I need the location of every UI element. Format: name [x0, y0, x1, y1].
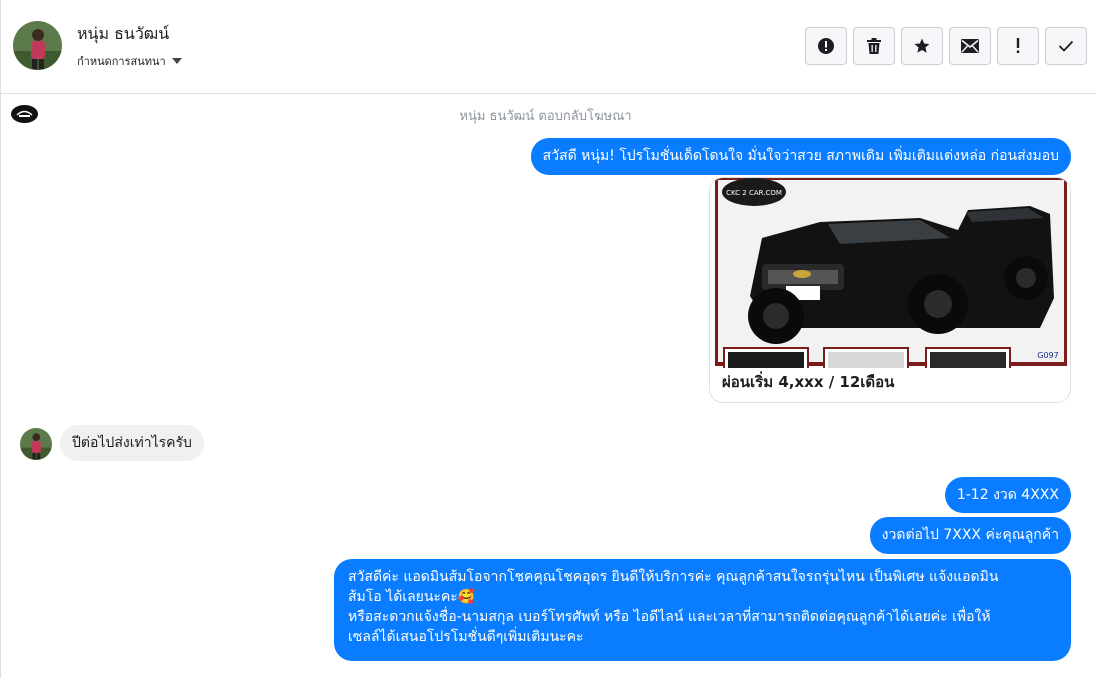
- dealer-logo-text: CKC 2 CAR.COM: [726, 189, 782, 197]
- message-line: เซลล์ได้เสนอโปรโมชั่นดีๆเพิ่มเติมนะคะ: [348, 629, 584, 645]
- ad-reply-notice: หนุ่ม ธนวัฒน์ ตอบกลับโฆษณา: [459, 109, 632, 124]
- check-icon: [1058, 40, 1074, 52]
- alert-icon: [818, 38, 834, 54]
- outgoing-message[interactable]: สวัสดี หนุ่ม! โปรโมชั่นเด็ดโดนใจ มั่นใจว…: [530, 138, 1071, 175]
- exclamation-icon: [1016, 38, 1020, 53]
- message-thread: หนุ่ม ธนวัฒน์ ตอบกลับโฆษณา สวัสดี หนุ่ม!…: [1, 95, 1096, 678]
- caret-down-icon: [171, 58, 182, 64]
- header-actions: [805, 27, 1087, 65]
- message-line: สวัสดีค่ะ แอดมินส้มโอจากโชคคุณโชคอุดร ยิ…: [348, 569, 999, 585]
- follow-up-button[interactable]: [997, 27, 1039, 65]
- assign-conversation-label: กำหนดการสนทนา: [77, 55, 166, 68]
- contact-avatar[interactable]: [13, 21, 62, 70]
- trash-icon: [867, 38, 881, 54]
- assign-conversation-dropdown[interactable]: กำหนดการสนทนา: [77, 52, 182, 70]
- car-photo: CKC 2 CAR.COM G097: [710, 178, 1070, 371]
- message-line: หรือสะดวกแจ้งชื่อ-นามสกุล เบอร์โทรศัพท์ …: [348, 609, 991, 625]
- conversation-header: หนุ่ม ธนวัฒน์ กำหนดการสนทนา: [1, 0, 1096, 94]
- mark-unread-button[interactable]: [949, 27, 991, 65]
- contact-avatar-small[interactable]: [20, 428, 52, 460]
- car-code-text: G097: [1037, 351, 1058, 360]
- outgoing-message[interactable]: สวัสดีค่ะ แอดมินส้มโอจากโชคคุณโชคอุดร ยิ…: [334, 559, 1071, 661]
- star-icon: [914, 38, 930, 53]
- delete-button[interactable]: [853, 27, 895, 65]
- ad-card[interactable]: CKC 2 CAR.COM G097 ผ่อนเริ่ม 4,xxx / 12เ…: [709, 177, 1071, 403]
- message-line: ส้มโอ ได้เลยนะคะ🥰: [348, 589, 476, 605]
- mark-done-button[interactable]: [1045, 27, 1087, 65]
- star-button[interactable]: [901, 27, 943, 65]
- outgoing-message[interactable]: งวดต่อไป 7XXX ค่ะคุณลูกค้า: [869, 517, 1071, 554]
- messenger-conversation: หนุ่ม ธนวัฒน์ กำหนดการสนทนา หนุ่ม ธนวัฒน…: [0, 0, 1096, 678]
- incoming-message[interactable]: ปีต่อไปส่งเท่าไรครับ: [60, 425, 204, 461]
- mark-spam-button[interactable]: [805, 27, 847, 65]
- envelope-icon: [961, 39, 979, 53]
- ad-card-caption: ผ่อนเริ่ม 4,xxx / 12เดือน: [722, 373, 895, 391]
- contact-name: หนุ่ม ธนวัฒน์: [77, 24, 170, 43]
- outgoing-message[interactable]: 1-12 งวด 4XXX: [944, 477, 1071, 513]
